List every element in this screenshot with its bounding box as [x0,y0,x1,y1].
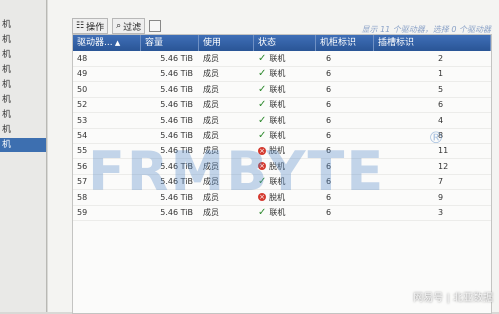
table-row[interactable]: 48 5.46 TiB 成员 ✓ 联机 6 2 [73,51,491,67]
sidebar-item[interactable]: 机 [0,93,46,107]
col-status-cell: ✓ 联机 [254,113,316,128]
col-enclosure-cell: 6 [326,115,332,125]
header-col-slot[interactable]: 插槽标识 [374,35,491,51]
sidebar-item[interactable]: 机 [0,33,46,47]
col-usage-cell: 成员 [203,54,219,63]
col-status-cell: ✓ 联机 [254,82,316,97]
left-navigation-panel: 机机机机机机机机机 [0,0,47,312]
check-icon: ✓ [258,83,267,95]
sidebar-item[interactable]: 机 [0,78,46,92]
sidebar-item[interactable]: 机 [0,63,46,77]
sidebar-item[interactable]: 机 [0,108,46,122]
status-text: 联机 [269,115,286,125]
sidebar-item[interactable]: 机 [0,48,46,62]
col-drive-cell: 50 [77,84,88,94]
operate-button[interactable]: ☷ 操作 [72,18,109,34]
sidebar-item[interactable]: 机 [0,138,46,152]
col-status-cell: ✓ 联机 [254,51,316,66]
check-icon: ✓ [258,99,267,111]
registered-mark: ® [428,128,444,147]
col-usage-cell: 成员 [203,69,219,79]
table-row[interactable]: 50 5.46 TiB 成员 ✓ 联机 6 5 [73,82,491,98]
col-slot-cell: 2 [438,54,444,63]
export-icon[interactable] [149,20,162,32]
col-capacity-cell: 5.46 TiB [160,54,193,63]
table-row[interactable]: 53 5.46 TiB 成员 ✓ 联机 6 4 [73,113,491,129]
check-icon: ✓ [258,114,267,126]
status-text: 联机 [269,54,286,63]
sidebar-item[interactable]: 机 [0,18,46,32]
toolbar: ☷ 操作 ⌕ 过滤 [72,18,162,34]
table-row[interactable]: 49 5.46 TiB 成员 ✓ 联机 6 1 [73,66,491,83]
col-slot-cell: 5 [438,84,444,94]
search-icon: ⌕ [116,21,122,31]
operate-button-label: 操作 [86,22,105,33]
filter-button[interactable]: ⌕ 过滤 [112,18,146,34]
header-col-capacity[interactable]: 容量 [141,35,199,51]
sort-ascending-icon: ▲ [112,39,121,47]
header-col-usage[interactable]: 使用 [199,35,254,51]
table-header: 驱动器... ▲ 容量 使用 状态 机柜标识 插槽标识 [73,35,491,51]
menu-icon: ☷ [76,21,85,31]
sidebar-item[interactable]: 机 [0,123,46,137]
header-col-drive[interactable]: 驱动器... ▲ [73,35,141,51]
col-slot-cell: 4 [438,115,444,125]
col-status-cell: ✓ 联机 [254,97,316,112]
source-credit: 网易号 | 北亚数据 [413,293,493,304]
col-enclosure-cell: 6 [326,84,332,94]
col-status-cell: ✓ 联机 [254,66,316,81]
col-slot-cell: 1 [438,69,444,79]
header-col-enclosure[interactable]: 机柜标识 [316,35,374,51]
col-enclosure-cell: 6 [326,69,332,79]
col-drive-cell: 49 [77,69,88,79]
col-capacity-cell: 5.46 TiB [160,84,193,94]
check-icon: ✓ [258,53,267,64]
col-enclosure-cell: 6 [326,100,332,110]
status-text: 联机 [269,69,286,79]
col-usage-cell: 成员 [203,84,219,94]
header-col-status[interactable]: 状态 [254,35,316,51]
col-drive-cell: 52 [77,100,88,110]
check-icon: ✓ [258,68,267,80]
table-row[interactable]: 52 5.46 TiB 成员 ✓ 联机 6 6 [73,97,491,114]
filter-button-label: 过滤 [123,22,142,33]
col-drive-cell: 53 [77,115,88,125]
col-usage-cell: 成员 [203,100,219,110]
col-usage-cell: 成员 [203,115,219,125]
status-text: 联机 [269,84,286,94]
col-capacity-cell: 5.46 TiB [160,100,193,110]
status-text: 联机 [269,100,286,110]
col-enclosure-cell: 6 [326,54,332,63]
col-drive-cell: 48 [77,54,88,63]
col-capacity-cell: 5.46 TiB [160,69,193,79]
col-slot-cell: 6 [438,100,444,110]
col-capacity-cell: 5.46 TiB [160,115,193,125]
watermark-logo: FRMBYTE [88,140,386,203]
